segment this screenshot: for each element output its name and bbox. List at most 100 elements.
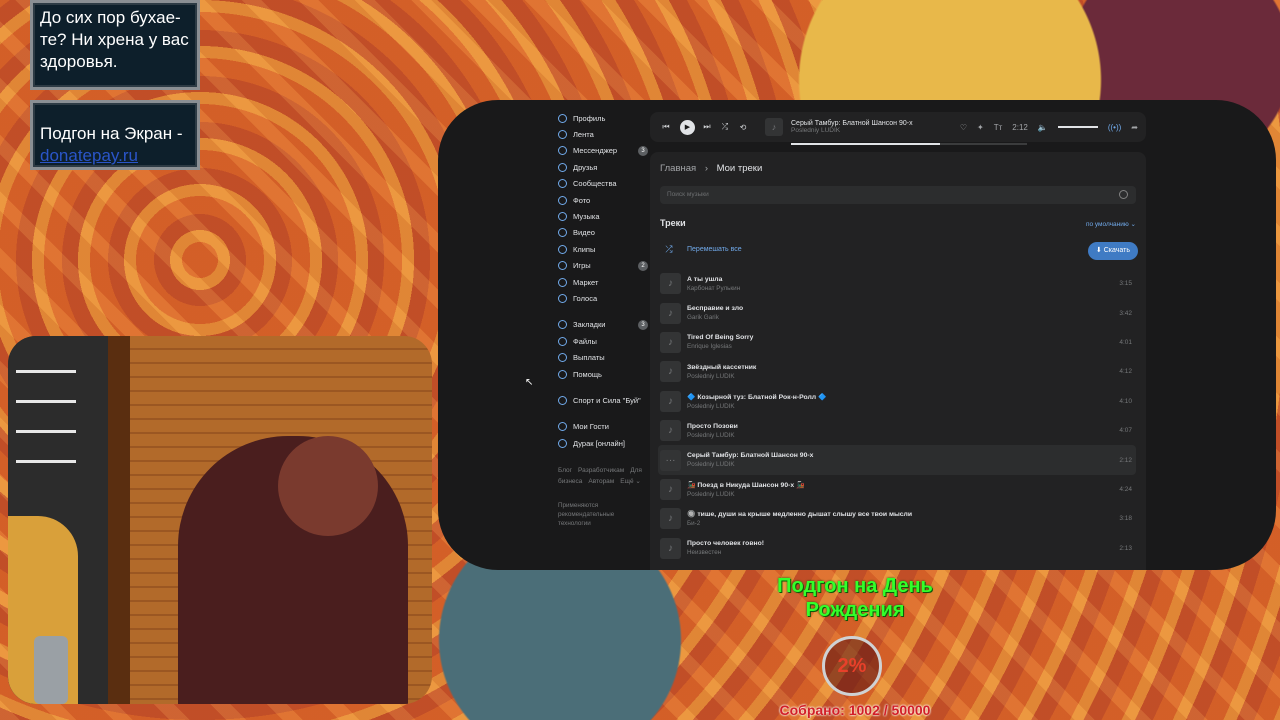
track-artist[interactable]: Garik Garik	[687, 314, 743, 321]
sidebar-item[interactable]: Закладки 3	[558, 317, 648, 333]
sidebar-item-label: Мессенджер	[573, 146, 618, 156]
sparkle-icon[interactable]: ✦	[977, 123, 984, 132]
sidebar-item[interactable]: Клипы	[558, 241, 648, 257]
track-cover-icon[interactable]: ···	[660, 449, 681, 471]
track-cover-icon[interactable]: ♪	[660, 302, 681, 324]
broadcast-icon[interactable]: ((•))	[1108, 123, 1121, 132]
repeat-icon[interactable]: ⟲	[735, 123, 751, 132]
track-row[interactable]: ♪ А ты ушла Карбонат Рулькин 3:15	[658, 269, 1136, 298]
sidebar-item[interactable]: Выплаты	[558, 349, 648, 365]
lyrics-icon[interactable]: Tт	[994, 123, 1003, 132]
track-artist[interactable]: Posledniy LUDIK	[687, 491, 805, 498]
chat-link[interactable]: donatepay.ru	[40, 145, 190, 167]
search-input[interactable]: Поиск музыки	[660, 186, 1136, 204]
track-artist[interactable]: Posledniy LUDIK	[687, 461, 813, 468]
track-artist[interactable]: Posledniy LUDIK	[687, 373, 756, 380]
track-info: Звёздный кассетник Posledniy LUDIK	[687, 364, 756, 380]
track-cover-icon[interactable]: ♪	[660, 420, 681, 442]
sort-dropdown[interactable]: по умолчанию ⌄	[1086, 220, 1136, 228]
footer-link[interactable]: Авторам	[588, 478, 614, 485]
track-duration: 3:18	[1119, 515, 1132, 523]
progress-bar[interactable]	[791, 143, 1027, 145]
games-icon	[558, 261, 567, 271]
sidebar-item[interactable]: Мессенджер 3	[558, 143, 648, 159]
donation-title: Подгон на День Рождения	[777, 575, 933, 621]
mouse-cursor-icon: ↖	[525, 377, 534, 388]
now-playing[interactable]: Серый Тамбур: Блатной Шансон 90-х Posled…	[791, 120, 1027, 145]
track-artist[interactable]: Enrique Iglesias	[687, 343, 753, 350]
profile-icon	[558, 113, 567, 123]
volume-slider[interactable]	[1057, 126, 1098, 128]
track-row[interactable]: ♪ 🔘 тише, души на крыше медленно дышат сл…	[658, 504, 1136, 533]
track-artist[interactable]: Би-2	[687, 520, 912, 527]
messenger-icon	[558, 146, 567, 156]
sidebar-item[interactable]: Друзья	[558, 159, 648, 175]
footer-link[interactable]: Ещё ⌄	[620, 478, 641, 485]
track-cover-icon[interactable]: ♪	[660, 390, 681, 412]
sidebar-item-label: Файлы	[573, 336, 597, 346]
wall-trim	[108, 336, 130, 704]
friends-icon	[558, 162, 567, 172]
track-info: 🔘 тише, души на крыше медленно дышат слы…	[687, 510, 912, 527]
track-title: Просто Позови	[687, 422, 738, 430]
track-row[interactable]: ··· Серый Тамбур: Блатной Шансон 90-х Posl…	[658, 445, 1136, 475]
sidebar-item[interactable]: Файлы	[558, 333, 648, 349]
donation-collected: Собрано: 1002 / 50000	[779, 702, 931, 718]
track-cover-icon[interactable]: ♪	[660, 273, 681, 295]
track-row[interactable]: ♪ Звёздный кассетник Posledniy LUDIK 4:12	[658, 357, 1136, 386]
sidebar-item[interactable]: Лента	[558, 126, 648, 142]
sidebar-item[interactable]: Маркет	[558, 274, 648, 290]
sidebar-item-label: Фото	[573, 195, 591, 205]
track-row[interactable]: ♪ 🚂 Поезд в Никуда Шансон 90-х 🚂 Posledniy…	[658, 475, 1136, 504]
breadcrumb-current: Мои треки	[716, 163, 763, 174]
payouts-icon	[558, 353, 567, 363]
sidebar-item[interactable]: Мои Гости	[558, 419, 648, 435]
sidebar-item[interactable]: Фото	[558, 192, 648, 208]
track-row[interactable]: ♪ 🔷 Козырной туз: Блатной Рок-н-Ролл 🔷 Pos…	[658, 387, 1136, 416]
sidebar-item[interactable]: Музыка	[558, 208, 648, 224]
play-icon[interactable]: ▶	[680, 119, 695, 135]
track-artist[interactable]: Неизвестен	[687, 549, 764, 556]
share-icon[interactable]: ➦	[1131, 123, 1138, 132]
track-cover-icon[interactable]: ♪	[660, 478, 681, 500]
breadcrumb-home[interactable]: Главная	[660, 163, 696, 174]
track-duration: 2:13	[1119, 544, 1132, 552]
shuffle-all-button[interactable]: ⤮ Перемешать все	[660, 244, 742, 255]
track-artist[interactable]: Posledniy LUDIK	[687, 403, 826, 410]
track-row[interactable]: ♪ Бесправие и зло Garik Garik 3:42	[658, 298, 1136, 327]
track-cover-icon[interactable]: ♪	[660, 537, 681, 559]
footer-link[interactable]: Разработчикам	[578, 467, 624, 474]
track-cover-icon[interactable]: ♪	[660, 508, 681, 530]
previous-icon[interactable]: ⏮	[658, 122, 674, 132]
track-row[interactable]: ♪ Tired Of Being Sorry Enrique Iglesias 4:0…	[658, 328, 1136, 357]
search-icon[interactable]	[1119, 190, 1128, 199]
sidebar-item[interactable]: Голоса	[558, 290, 648, 306]
files-icon	[558, 336, 567, 346]
sidebar-item[interactable]: Игры 2	[558, 258, 648, 274]
sidebar-item-label: Дурак [онлайн]	[573, 438, 625, 448]
sidebar-item[interactable]: Видео	[558, 225, 648, 241]
sidebar-item-label: Видео	[573, 228, 595, 238]
track-artist[interactable]: Карбонат Рулькин	[687, 285, 740, 292]
track-list: ♪ А ты ушла Карбонат Рулькин 3:15 ♪ Бесправие…	[658, 269, 1136, 563]
track-row[interactable]: ♪ Просто Позови Posledniy LUDIK 4:07	[658, 416, 1136, 445]
shuffle-icon[interactable]: ⤮	[717, 122, 733, 132]
track-title: А ты ушла	[687, 275, 723, 283]
audio-player: ⏮ ▶ ⏭ ⤮ ⟲ ♪ Серый Тамбур: Блатной Шансон…	[650, 112, 1146, 145]
footer-link[interactable]: Блог	[558, 467, 572, 474]
sidebar-item[interactable]: Сообщества	[558, 176, 648, 192]
volume-icon[interactable]: 🔈	[1038, 123, 1048, 132]
download-button[interactable]: ⬇ Скачать	[1087, 242, 1138, 260]
sidebar-item[interactable]: Помощь	[558, 366, 648, 382]
sidebar-item[interactable]: Профиль	[558, 110, 648, 126]
track-cover-icon[interactable]: ♪	[660, 361, 681, 383]
track-artist[interactable]: Posledniy LUDIK	[687, 432, 738, 439]
track-cover-icon[interactable]: ♪	[660, 331, 681, 353]
sidebar-item-group[interactable]: Спорт и Сила "Буй"	[558, 392, 648, 408]
shuffle-label: Перемешать все	[687, 246, 742, 253]
track-row[interactable]: ♪ Просто человек говно! Неизвестен 2:13	[658, 534, 1136, 563]
sidebar-item[interactable]: Дурак [онлайн]	[558, 435, 648, 451]
dislike-icon[interactable]: ♡	[960, 123, 967, 132]
chat-message-2: Подгон на Экран - donatepay.ru	[30, 100, 200, 170]
next-icon[interactable]: ⏭	[699, 122, 715, 132]
